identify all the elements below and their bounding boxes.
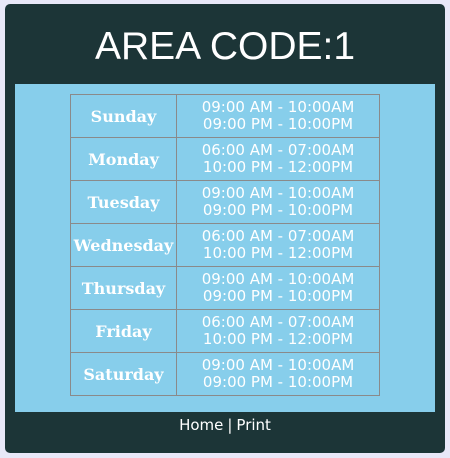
day-cell: Monday	[70, 137, 177, 181]
times-cell: 06:00 AM - 07:00AM 10:00 PM - 12:00PM	[176, 137, 380, 181]
time-slot: 09:00 PM - 10:00PM	[202, 373, 354, 391]
time-slot: 06:00 AM - 07:00AM	[201, 227, 355, 245]
home-link[interactable]: Home	[179, 416, 223, 434]
day-cell: Wednesday	[70, 223, 177, 267]
day-cell: Saturday	[70, 352, 177, 396]
table-row: Friday 06:00 AM - 07:00AM 10:00 PM - 12:…	[70, 309, 380, 353]
day-cell: Tuesday	[70, 180, 177, 224]
day-cell: Sunday	[70, 94, 177, 138]
table-row: Wednesday 06:00 AM - 07:00AM 10:00 PM - …	[70, 223, 380, 267]
times-cell: 09:00 AM - 10:00AM 09:00 PM - 10:00PM	[176, 180, 380, 224]
table-row: Monday 06:00 AM - 07:00AM 10:00 PM - 12:…	[70, 137, 380, 181]
schedule-table: Sunday 09:00 AM - 10:00AM 09:00 PM - 10:…	[70, 94, 380, 396]
time-slot: 09:00 AM - 10:00AM	[201, 184, 355, 202]
time-slot: 09:00 PM - 10:00PM	[202, 115, 354, 133]
day-cell: Friday	[70, 309, 177, 353]
times-cell: 09:00 AM - 10:00AM 09:00 PM - 10:00PM	[176, 266, 380, 310]
times-cell: 09:00 AM - 10:00AM 09:00 PM - 10:00PM	[176, 94, 380, 138]
time-slot: 09:00 AM - 10:00AM	[201, 98, 355, 116]
page-title: AREA CODE:1	[94, 25, 356, 68]
time-slot: 09:00 AM - 10:00AM	[201, 270, 355, 288]
schedule-content-area: Sunday 09:00 AM - 10:00AM 09:00 PM - 10:…	[15, 84, 435, 412]
table-row: Thursday 09:00 AM - 10:00AM 09:00 PM - 1…	[70, 266, 380, 310]
time-slot: 09:00 PM - 10:00PM	[202, 201, 354, 219]
day-cell: Thursday	[70, 266, 177, 310]
time-slot: 10:00 PM - 12:00PM	[202, 158, 354, 176]
times-cell: 09:00 AM - 10:00AM 09:00 PM - 10:00PM	[176, 352, 380, 396]
time-slot: 06:00 AM - 07:00AM	[201, 141, 355, 159]
time-slot: 06:00 AM - 07:00AM	[201, 313, 355, 331]
time-slot: 10:00 PM - 12:00PM	[202, 330, 354, 348]
schedule-panel: AREA CODE:1 Sunday 09:00 AM - 10:00AM 09…	[5, 4, 445, 453]
time-slot: 10:00 PM - 12:00PM	[202, 244, 354, 262]
table-row: Sunday 09:00 AM - 10:00AM 09:00 PM - 10:…	[70, 94, 380, 138]
times-cell: 06:00 AM - 07:00AM 10:00 PM - 12:00PM	[176, 309, 380, 353]
footer-nav: Home | Print	[5, 414, 445, 436]
table-row: Saturday 09:00 AM - 10:00AM 09:00 PM - 1…	[70, 352, 380, 396]
time-slot: 09:00 PM - 10:00PM	[202, 287, 354, 305]
time-slot: 09:00 AM - 10:00AM	[201, 356, 355, 374]
times-cell: 06:00 AM - 07:00AM 10:00 PM - 12:00PM	[176, 223, 380, 267]
print-link[interactable]: Print	[236, 416, 271, 434]
table-row: Tuesday 09:00 AM - 10:00AM 09:00 PM - 10…	[70, 180, 380, 224]
footer-separator: |	[227, 416, 233, 434]
